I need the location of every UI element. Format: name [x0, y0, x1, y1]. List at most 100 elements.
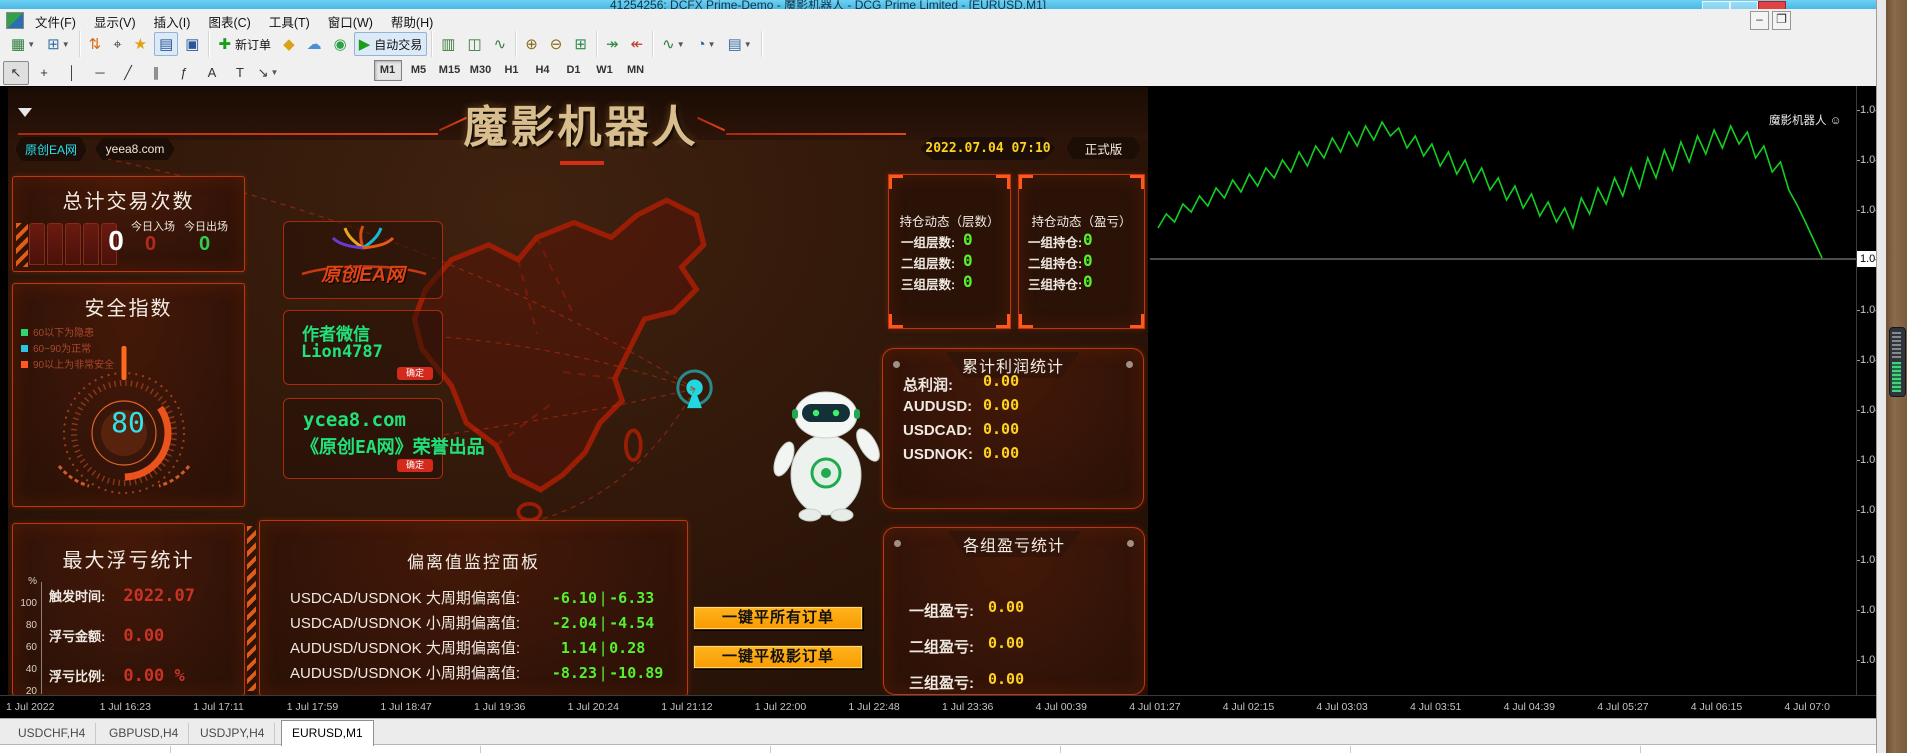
- panel-deco-stripes-2: [247, 526, 256, 691]
- fibonacci-tool-icon[interactable]: ƒ: [171, 60, 197, 84]
- maximize-window-icon[interactable]: [1730, 1, 1758, 9]
- tile-windows-icon[interactable]: ⊞: [569, 32, 592, 56]
- today-out-value: 0: [199, 233, 211, 255]
- chart-tab-USDJPY-H4[interactable]: USDJPY,H4: [190, 723, 276, 744]
- new-order-icon[interactable]: ✚ 新订单: [213, 32, 276, 56]
- profiles-icon[interactable]: ⊞ ▼: [42, 32, 75, 56]
- minimize-window-icon[interactable]: [1702, 1, 1730, 9]
- market-watch-icon[interactable]: ▤: [154, 32, 179, 56]
- chart-minimize-button[interactable]: –: [1750, 11, 1769, 30]
- bar-chart-icon[interactable]: ▥: [436, 32, 460, 56]
- equidistant-channel-tool-icon[interactable]: ∥: [143, 61, 169, 85]
- close-ea-orders-button[interactable]: 一键平极影订单: [693, 645, 863, 669]
- trade-bar: [29, 223, 45, 265]
- crosshair-target-icon[interactable]: ⌖: [108, 32, 126, 56]
- cursor-tool-icon[interactable]: ↖: [3, 60, 29, 85]
- web-community-icon[interactable]: ◉: [329, 32, 352, 56]
- mt4-window: 41254256: DCFX Prime-Demo - 魔影机器人 - DCG …: [0, 0, 1907, 753]
- time-label: 4 Jul 02:15: [1222, 701, 1275, 713]
- chart-restore-button[interactable]: ❐: [1772, 11, 1791, 30]
- time-label: 1 Jul 18:47: [380, 701, 432, 713]
- time-label: 1 Jul 22:00: [754, 701, 807, 713]
- price-label: 1.04: [1860, 404, 1877, 416]
- autotrading-label: 自动交易: [374, 37, 423, 52]
- auto-scroll-icon[interactable]: ↠: [601, 32, 624, 56]
- logo-text: 原创EA网: [321, 265, 405, 286]
- line-studies-tools: ↖ + │ ─ ╱ ∥ ƒ A T ↘ ▼: [2, 58, 282, 87]
- arrows-tool-icon[interactable]: ↘ ▼: [255, 61, 281, 85]
- close-all-orders-button[interactable]: 一键平所有订单: [693, 606, 863, 630]
- indicators-icon[interactable]: ∿ ▼: [657, 32, 690, 56]
- today-out-label: 今日出场: [184, 221, 228, 233]
- text-tool-icon[interactable]: A: [199, 60, 225, 84]
- side-slider[interactable]: [1889, 327, 1906, 397]
- price-label: 1.04: [1860, 204, 1877, 216]
- zoom-in-icon[interactable]: ⊕: [520, 32, 543, 56]
- timeframe-M30[interactable]: M30: [467, 60, 495, 81]
- new-chart-icon[interactable]: ▦ ▼: [6, 32, 40, 56]
- text-label-tool-icon[interactable]: T: [227, 60, 253, 84]
- time-label: 4 Jul 01:27: [1129, 701, 1181, 713]
- chart-tab-EURUSD-M1[interactable]: EURUSD,M1: [281, 720, 374, 746]
- templates-icon[interactable]: ▤ ▼: [723, 32, 757, 56]
- trendline-tool-icon[interactable]: ╱: [115, 61, 141, 85]
- drawdown-row: 浮亏比例: 0.00 %: [49, 666, 185, 686]
- drawdown-axis: [41, 582, 42, 694]
- chart-tab-USDCHF-H4[interactable]: USDCHF,H4: [8, 723, 97, 744]
- trade-bar: [83, 223, 99, 265]
- holdings-row: 二组持仓: 0: [1028, 251, 1093, 271]
- autotrading-icon[interactable]: ▶ 自动交易: [353, 32, 428, 56]
- panel-max-drawdown: 最大浮亏统计 % 100 80 60 40 20 触发时间: 2022.07 浮亏金额: 0.0…: [12, 523, 245, 695]
- trade-bar: [65, 223, 81, 265]
- line-chart-icon[interactable]: ∿: [489, 32, 512, 56]
- periods-icon[interactable]: ◔ ▼: [692, 32, 721, 56]
- time-label: 4 Jul 05:27: [1597, 701, 1649, 713]
- time-label: 1 Jul 2022: [6, 701, 55, 713]
- layers-row: 一组层数: 0: [901, 230, 973, 250]
- symbols-icon[interactable]: ⇅: [84, 32, 107, 56]
- crosshair-tool-tool-icon[interactable]: +: [31, 60, 57, 84]
- time-label: 1 Jul 16:23: [99, 701, 151, 713]
- timeframe-M1[interactable]: M1: [373, 60, 402, 81]
- data-window-icon[interactable]: ▣: [180, 32, 204, 56]
- panel-total-trades: 总计交易次数 0 今日入场 0 今日出场 0: [12, 176, 245, 272]
- timeframe-M15[interactable]: M15: [436, 60, 464, 81]
- zoom-out-icon[interactable]: ⊖: [545, 32, 568, 56]
- close-window-icon[interactable]: [1758, 1, 1786, 9]
- favorites-icon[interactable]: ★: [129, 32, 152, 56]
- time-axis: 1 Jul 2022 1 Jul 16:23 1 Jul 17:11 1 Jul 17…: [0, 695, 1876, 719]
- timeframe-H4[interactable]: H4: [529, 60, 557, 81]
- window-title: 41254256: DCFX Prime-Demo - 魔影机器人 - DCG …: [610, 0, 1047, 9]
- timeframe-MN[interactable]: MN: [622, 60, 650, 81]
- time-label: 1 Jul 20:24: [567, 701, 619, 713]
- chart-tab-GBPUSD-H4[interactable]: GBPUSD,H4: [99, 723, 190, 744]
- drawdown-row: 触发时间: 2022.07: [49, 586, 195, 606]
- time-label: 4 Jul 00:39: [1035, 701, 1087, 713]
- time-label: 4 Jul 04:39: [1503, 701, 1555, 713]
- timeframe-D1[interactable]: D1: [560, 60, 588, 81]
- strategy-tester-icon[interactable]: ☁: [302, 32, 327, 56]
- author-confirm-button[interactable]: 确定: [397, 367, 433, 380]
- current-price-box: 1.04: [1857, 251, 1877, 267]
- layers-row: 三组层数: 0: [901, 272, 973, 292]
- timeframe-H1[interactable]: H1: [498, 60, 526, 81]
- publisher-confirm-button[interactable]: 确定: [397, 459, 433, 472]
- panel-deco-stripes: [16, 223, 28, 267]
- publisher-box: ycea8.com 《原创EA网》荣誉出品 确定: [283, 398, 485, 479]
- candlesticks-icon[interactable]: ◫: [462, 32, 486, 56]
- holdings-row: 一组持仓: 0: [1028, 230, 1093, 250]
- time-label: 1 Jul 17:11: [193, 701, 244, 713]
- panel-safety-index: 安全指数 60以下为隐患 60~90为正常 90以上为非常安全 80: [12, 283, 245, 507]
- time-label: 1 Jul 17:59: [286, 701, 339, 713]
- horizontal-line-tool-icon[interactable]: ─: [87, 60, 113, 84]
- drawdown-axis-label: 60: [25, 642, 37, 653]
- timeframe-W1[interactable]: W1: [591, 60, 619, 81]
- profit-row: 总利润: 0.00: [903, 372, 1020, 394]
- groups-row: 二组盈亏: 0.00: [909, 634, 1025, 656]
- chart-shift-icon[interactable]: ↞: [626, 32, 649, 56]
- deviation-row: USDCAD/USDNOK 小周期偏离值: -2.04 | -4.54: [290, 614, 655, 632]
- time-label: 4 Jul 03:03: [1316, 701, 1368, 713]
- timeframe-M5[interactable]: M5: [405, 60, 433, 81]
- vertical-line-tool-icon[interactable]: │: [59, 60, 85, 84]
- metaeditor-icon[interactable]: ◆: [278, 32, 300, 56]
